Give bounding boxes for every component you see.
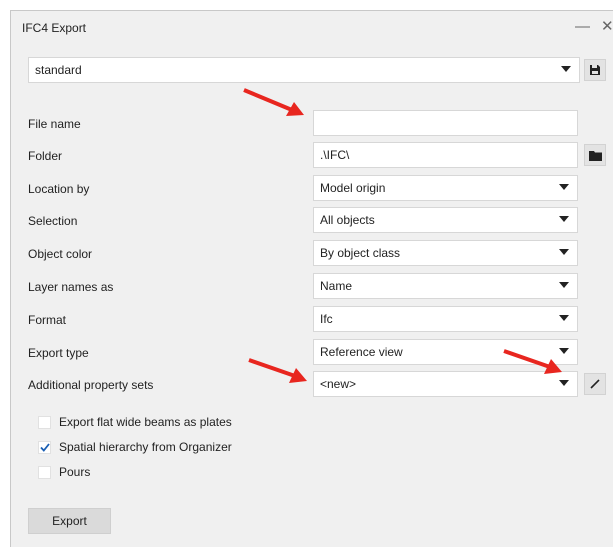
format-value: Ifc [320,312,333,326]
export-type-value: Reference view [320,345,403,359]
chevron-down-icon [559,184,569,190]
edit-property-sets-button[interactable] [584,373,606,395]
dialog-title: IFC4 Export [22,21,87,35]
selection-label: Selection [28,214,78,228]
additional-property-sets-label: Additional property sets [28,378,154,392]
layer-names-dropdown[interactable]: Name [313,273,578,299]
save-preset-button[interactable] [584,59,606,81]
chevron-down-icon [561,66,571,72]
export-flat-wide-beams-checkbox[interactable]: Export flat wide beams as plates [38,415,232,429]
preset-value: standard [35,63,82,77]
file-name-label: File name [28,117,81,131]
additional-property-sets-value: <new> [320,377,357,391]
chevron-down-icon [559,315,569,321]
checkbox-box[interactable] [38,465,51,479]
chevron-down-icon [559,380,569,386]
checkbox-box[interactable] [38,415,51,429]
layer-names-label: Layer names as [28,280,114,294]
selection-value: All objects [320,213,375,227]
chevron-down-icon [559,216,569,222]
minimize-icon[interactable]: — [575,19,590,35]
chevron-down-icon [559,348,569,354]
preset-dropdown[interactable]: standard [28,57,580,83]
folder-input[interactable]: .\IFC\ [313,142,578,168]
selection-dropdown[interactable]: All objects [313,207,578,233]
layer-names-value: Name [320,279,353,293]
chevron-down-icon [559,282,569,288]
folder-label: Folder [28,149,63,163]
pencil-icon [590,379,600,389]
checkmark-icon [39,442,50,452]
save-icon [590,65,600,75]
file-name-input[interactable] [313,110,578,136]
export-type-label: Export type [28,346,89,360]
object-color-label: Object color [28,247,93,261]
format-dropdown[interactable]: Ifc [313,306,578,332]
location-by-dropdown[interactable]: Model origin [313,175,578,201]
spatial-hierarchy-checkbox[interactable]: Spatial hierarchy from Organizer [38,440,232,454]
checkbox-label: Pours [59,465,91,479]
location-by-value: Model origin [320,181,386,195]
checkbox-label: Export flat wide beams as plates [59,415,232,429]
checkbox-label: Spatial hierarchy from Organizer [59,440,232,454]
location-by-label: Location by [28,182,90,196]
folder-icon [588,150,602,161]
pours-checkbox[interactable]: Pours [38,465,90,479]
export-type-dropdown[interactable]: Reference view [313,339,578,365]
object-color-value: By object class [320,246,401,260]
object-color-dropdown[interactable]: By object class [313,240,578,266]
ifc4-export-dialog: IFC4 Export — ✕ standard File name Folde… [10,10,613,547]
close-icon[interactable]: ✕ [601,19,613,35]
additional-property-sets-dropdown[interactable]: <new> [313,371,578,397]
chevron-down-icon [559,249,569,255]
checkbox-box[interactable] [38,440,51,454]
title-bar[interactable]: IFC4 Export — ✕ [11,11,613,45]
format-label: Format [28,313,67,327]
export-button[interactable]: Export [28,508,111,534]
browse-folder-button[interactable] [584,144,606,166]
